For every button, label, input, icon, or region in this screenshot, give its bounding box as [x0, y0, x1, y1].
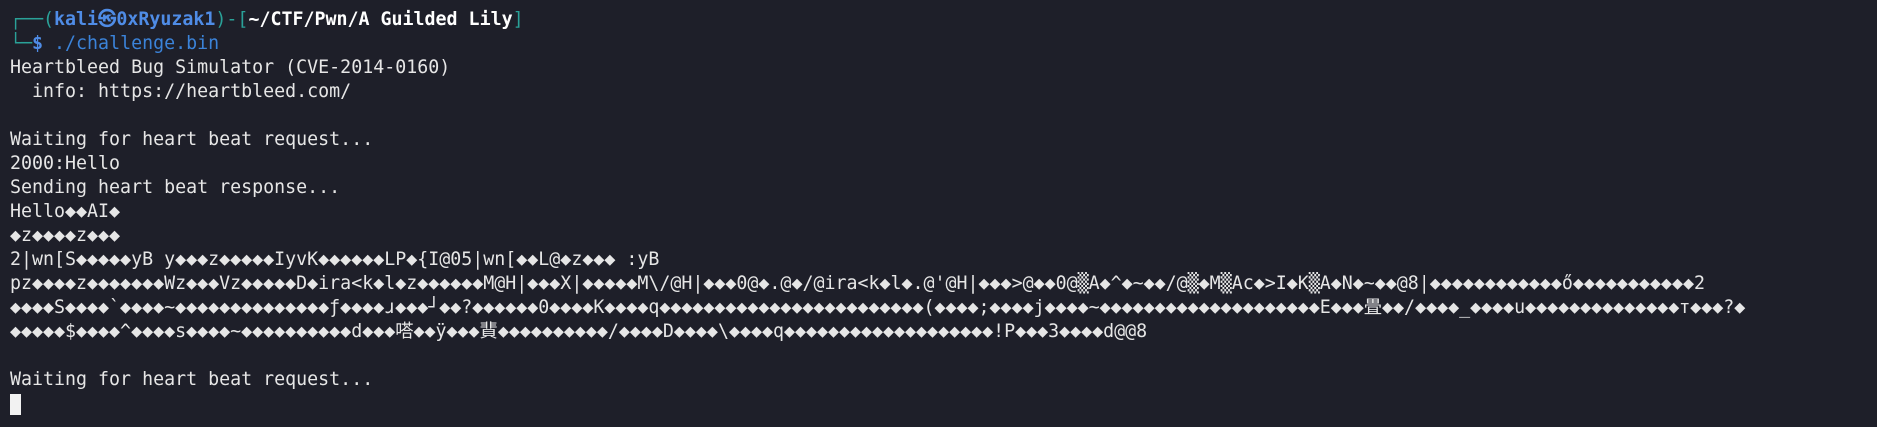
output-line: Hello◆◆AI◆ — [10, 201, 121, 222]
output-line: Waiting for heart beat request... — [10, 129, 374, 150]
output-line: ◆◆◆◆S◆◆◆◆`◆◆◆◆~◆◆◆◆◆◆◆◆◆◆◆◆◆◆ƒ◆◆◆◆ɹ◆◆◆┘◆… — [10, 297, 1746, 318]
prompt-user-host: kali㉿0xRyuzak1 — [54, 9, 216, 30]
command-line: └─$ ./challenge.bin — [10, 32, 1867, 56]
input-line[interactable] — [10, 392, 1867, 416]
prompt-dollar: $ — [32, 33, 44, 54]
command-text: ./challenge.bin — [43, 33, 220, 54]
output-line: ◆z◆◆◆◆z◆◆◆ — [10, 225, 121, 246]
text-cursor[interactable] — [10, 393, 21, 415]
prompt-cwd: ~/CTF/Pwn/A Guilded Lily — [248, 9, 513, 30]
prompt-frame-bottom: └─ — [10, 33, 33, 54]
output-line: pz◆◆◆◆z◆◆◆◆◆◆◆Wz◆◆◆Vz◆◆◆◆◆D◆ira<k◆l◆z◆◆◆… — [10, 273, 1705, 294]
output-line: ◆◆◆◆◆$◆◆◆◆^◆◆◆◆s◆◆◆◆~◆◆◆◆◆◆◆◆◆◆d◆◆◆嗒◆◆ÿ◆… — [10, 321, 1148, 342]
output-line: Sending heart beat response... — [10, 177, 341, 198]
prompt-frame-end: ] — [512, 9, 524, 30]
output-line: info: https://heartbleed.com/ — [10, 81, 352, 102]
output-line: 2|wn[S◆◆◆◆◆yB y◆◆◆z◆◆◆◆◆IyvK◆◆◆◆◆◆LP◆{I@… — [10, 249, 660, 270]
terminal-window[interactable]: ┌──(kali㉿0xRyuzak1)-[~/CTF/Pwn/A Guilded… — [0, 0, 1877, 427]
output-line: Heartbleed Bug Simulator (CVE-2014-0160) — [10, 57, 451, 78]
output-line: 2000:Hello — [10, 153, 121, 174]
prompt-frame-top: ┌──( — [10, 9, 55, 30]
prompt-frame-mid: )-[ — [215, 9, 249, 30]
output-line: Waiting for heart beat request... — [10, 369, 374, 390]
prompt-header-line: ┌──(kali㉿0xRyuzak1)-[~/CTF/Pwn/A Guilded… — [10, 8, 1867, 32]
